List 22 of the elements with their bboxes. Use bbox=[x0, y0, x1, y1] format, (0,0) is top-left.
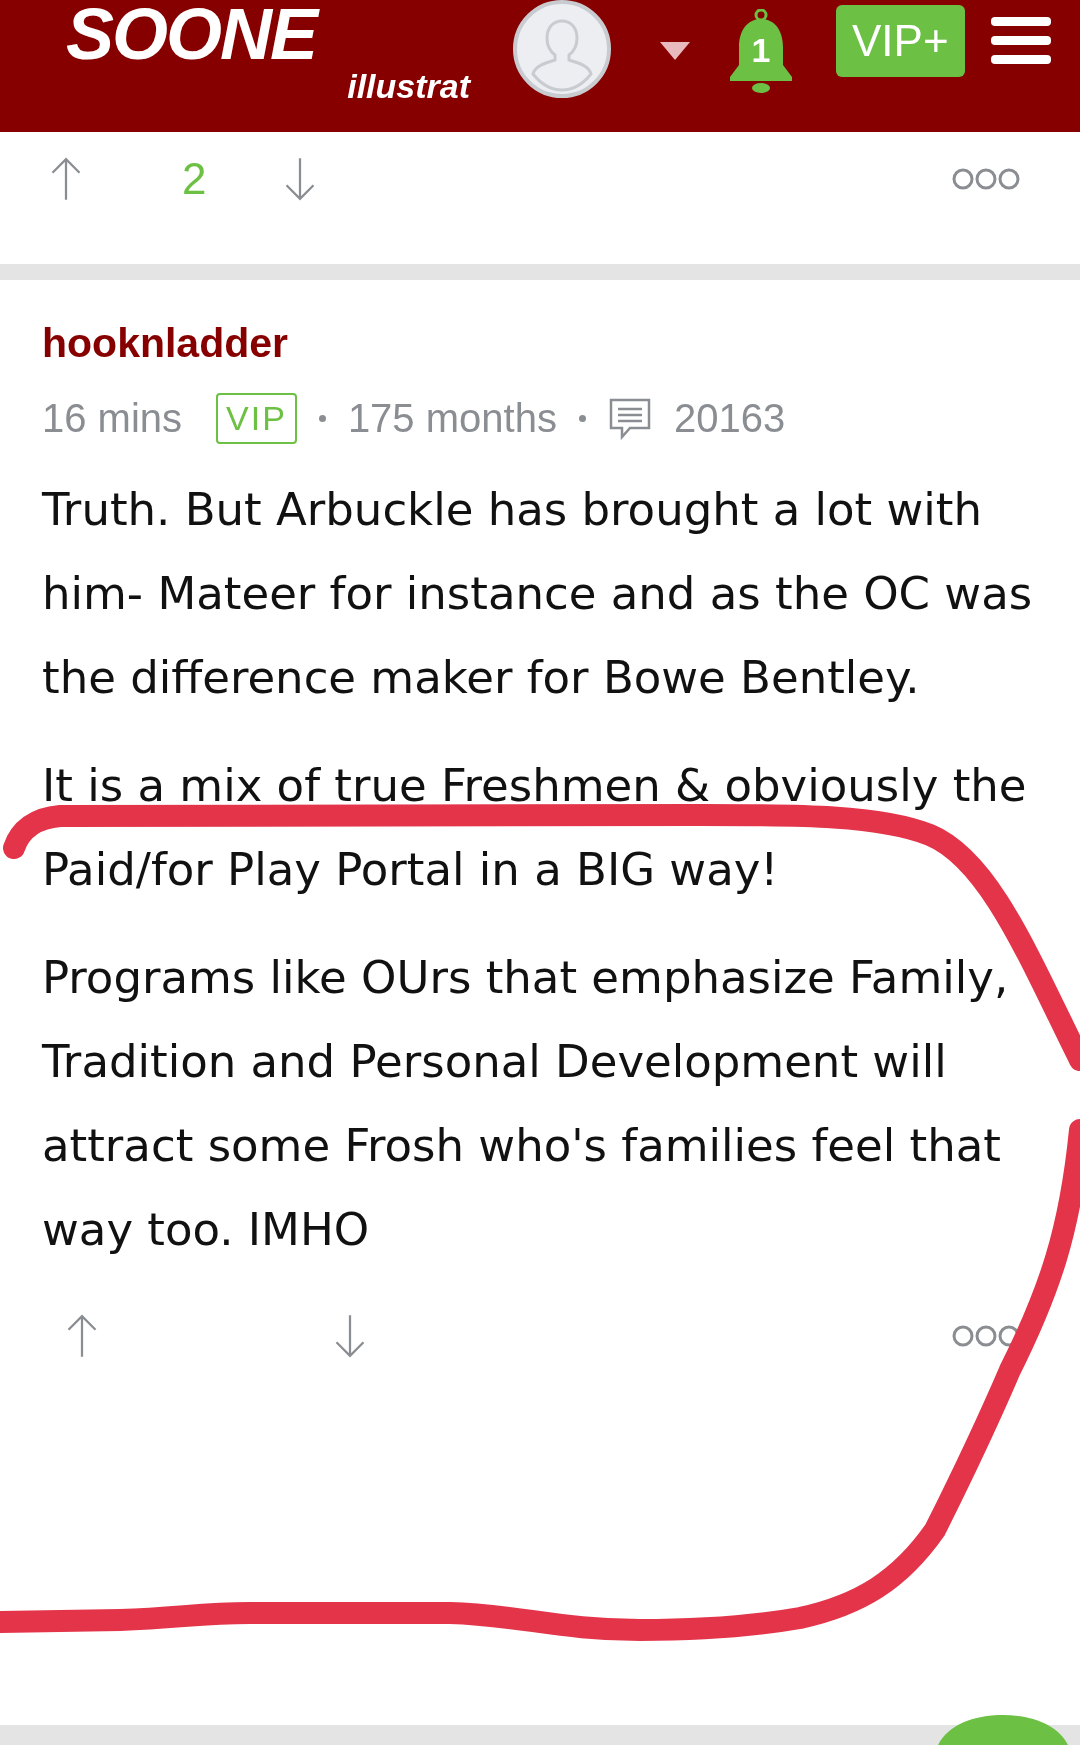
post-paragraph: It is a mix of true Freshmen & obviously the Paid/for Play Portal in a BIG way! bbox=[42, 758, 1028, 898]
logo[interactable]: SOONE illustrat bbox=[66, 0, 480, 117]
member-tenure: 175 months bbox=[347, 396, 557, 441]
floating-action-button[interactable] bbox=[938, 1715, 1068, 1745]
separator-dot bbox=[318, 415, 326, 422]
post-time: 16 mins bbox=[42, 396, 183, 441]
post-paragraph: Programs like OUrs that emphasize Family, Tradition and Personal Development will attract some Frosh who's families feel that way too. IMHO bbox=[42, 950, 1010, 1258]
avatar-icon[interactable] bbox=[512, 0, 612, 99]
post-paragraph: Truth. But Arbuckle has brought a lot with him- Mateer for instance and as the OC was the difference maker for Bowe Bentley. bbox=[42, 482, 1034, 706]
logo-subtitle: illustrat bbox=[347, 69, 470, 103]
logo-title: SOONE bbox=[66, 0, 480, 69]
more-icon[interactable] bbox=[952, 1325, 1020, 1347]
message-icon bbox=[607, 396, 652, 441]
more-icon[interactable] bbox=[952, 168, 1020, 190]
vip-badge: VIP bbox=[216, 393, 297, 444]
caret-icon[interactable] bbox=[660, 42, 690, 60]
menu-icon[interactable] bbox=[990, 17, 1051, 65]
separator-dot bbox=[578, 415, 586, 422]
username[interactable]: hooknladder bbox=[42, 320, 1080, 367]
vote-count: 2 bbox=[182, 154, 207, 204]
notification-count: 1 bbox=[750, 31, 772, 70]
post-count: 20163 bbox=[673, 396, 786, 441]
